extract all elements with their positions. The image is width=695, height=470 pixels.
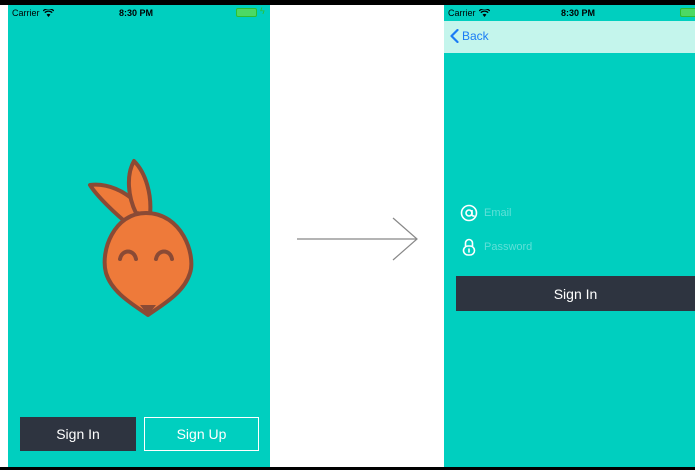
login-sign-in-button[interactable]: Sign In xyxy=(456,276,695,311)
at-sign-icon xyxy=(460,204,478,222)
carrier-indicator: Carrier xyxy=(12,8,54,18)
chevron-left-icon xyxy=(450,29,459,43)
wifi-icon xyxy=(478,9,490,17)
lock-icon xyxy=(462,238,476,256)
carrier-indicator: Carrier xyxy=(448,8,490,18)
sign-in-button[interactable]: Sign In xyxy=(20,417,136,451)
status-bar: Carrier 8:30 PM xyxy=(444,5,695,21)
carrier-label: Carrier xyxy=(12,8,40,18)
email-field-row xyxy=(460,203,680,223)
back-button[interactable]: Back xyxy=(450,29,489,43)
status-time: 8:30 PM xyxy=(561,8,596,18)
back-label: Back xyxy=(462,29,489,43)
battery-icon xyxy=(236,8,257,17)
transition-arrow-icon xyxy=(297,217,418,261)
navigation-bar: Back xyxy=(444,21,695,53)
sign-up-button[interactable]: Sign Up xyxy=(144,417,259,451)
carrier-label: Carrier xyxy=(448,8,476,18)
welcome-screen: Carrier 8:30 PM ϟ Sign In Sign Up xyxy=(8,5,270,467)
login-screen: Carrier 8:30 PM Back Email Sign In xyxy=(444,5,695,467)
email-input[interactable] xyxy=(484,207,664,219)
status-bar: Carrier 8:30 PM ϟ xyxy=(8,5,270,21)
fox-mascot-icon xyxy=(88,159,194,317)
battery-icon xyxy=(680,8,695,17)
password-field-row xyxy=(460,237,680,257)
wifi-icon xyxy=(42,9,54,17)
status-time: 8:30 PM xyxy=(119,8,154,18)
charging-icon: ϟ xyxy=(260,6,265,16)
password-input[interactable] xyxy=(484,241,664,253)
